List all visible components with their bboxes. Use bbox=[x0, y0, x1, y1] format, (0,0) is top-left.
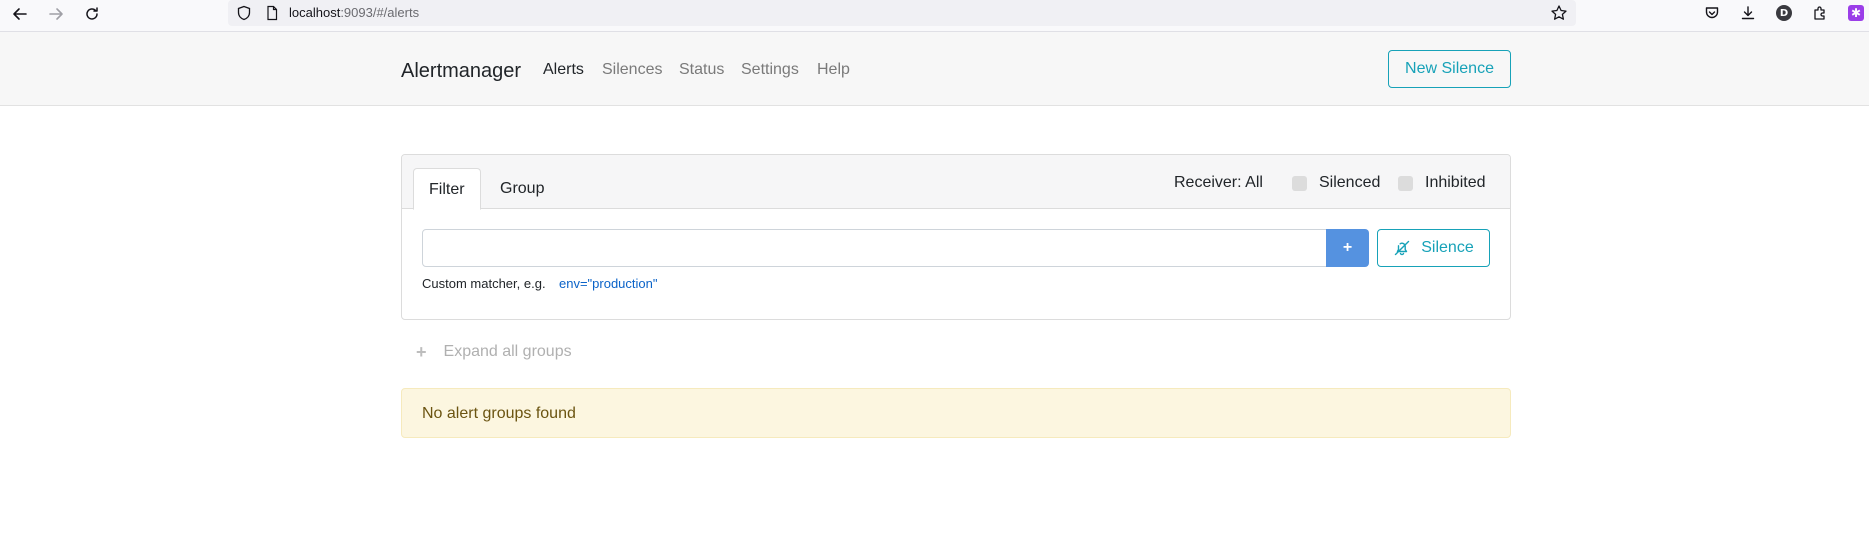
inhibited-label: Inhibited bbox=[1425, 174, 1486, 191]
avatar-letter: D bbox=[1776, 5, 1792, 21]
brand-logo[interactable]: Alertmanager bbox=[401, 59, 521, 83]
url-host: localhost bbox=[289, 5, 341, 20]
tab-filter[interactable]: Filter bbox=[413, 168, 481, 210]
nav-status[interactable]: Status bbox=[679, 60, 724, 80]
url-path: :9093/#/alerts bbox=[340, 5, 420, 20]
tab-group[interactable]: Group bbox=[485, 168, 559, 210]
expand-all-groups-label: Expand all groups bbox=[443, 343, 572, 360]
matcher-hint: Custom matcher, e.g. bbox=[422, 276, 546, 291]
matcher-hint-example: env="production" bbox=[559, 276, 658, 291]
inhibited-checkbox[interactable]: Inhibited bbox=[1398, 173, 1486, 193]
page-icon bbox=[267, 5, 278, 21]
silenced-checkbox[interactable]: Silenced bbox=[1292, 173, 1380, 193]
url-bar[interactable]: localhost:9093/#/alerts bbox=[228, 0, 1576, 26]
pocket-icon[interactable] bbox=[1702, 3, 1722, 23]
bell-slash-icon bbox=[1395, 240, 1410, 256]
purple-extension-icon[interactable]: ✱ bbox=[1846, 3, 1866, 23]
reload-icon[interactable] bbox=[80, 2, 104, 26]
nav-silences[interactable]: Silences bbox=[602, 60, 662, 80]
profile-avatar[interactable]: D bbox=[1774, 3, 1794, 23]
new-silence-button[interactable]: New Silence bbox=[1388, 50, 1511, 88]
filter-card-header: Filter Group Receiver: All Silenced Inhi… bbox=[402, 155, 1510, 210]
expand-all-groups-button[interactable]: + Expand all groups bbox=[416, 342, 572, 362]
silenced-label: Silenced bbox=[1319, 174, 1381, 191]
add-matcher-button[interactable]: + bbox=[1326, 229, 1369, 267]
no-alerts-message: No alert groups found bbox=[401, 388, 1511, 438]
arrow-right-icon[interactable] bbox=[44, 2, 68, 26]
silence-button-label: Silence bbox=[1421, 239, 1474, 256]
inhibited-checkbox-box[interactable] bbox=[1398, 175, 1413, 191]
extensions-icon[interactable] bbox=[1810, 3, 1830, 23]
receiver-dropdown[interactable]: Receiver: All bbox=[1174, 173, 1263, 193]
silence-button[interactable]: Silence bbox=[1377, 229, 1490, 267]
nav-settings[interactable]: Settings bbox=[741, 60, 799, 80]
url-text[interactable]: localhost:9093/#/alerts bbox=[289, 5, 419, 21]
app-navbar: Alertmanager Alerts Silences Status Sett… bbox=[0, 32, 1869, 106]
silenced-checkbox-box[interactable] bbox=[1292, 175, 1307, 191]
nav-help[interactable]: Help bbox=[817, 60, 850, 80]
matcher-input[interactable] bbox=[422, 229, 1327, 267]
download-icon[interactable] bbox=[1738, 3, 1758, 23]
no-alerts-text: No alert groups found bbox=[422, 405, 576, 422]
star-icon[interactable] bbox=[1550, 4, 1568, 22]
arrow-left-icon[interactable] bbox=[8, 2, 32, 26]
plus-icon: + bbox=[416, 342, 427, 362]
browser-toolbar: localhost:9093/#/alerts D ✱ bbox=[0, 0, 1869, 32]
filter-card: Filter Group Receiver: All Silenced Inhi… bbox=[401, 154, 1511, 320]
shield-icon[interactable] bbox=[236, 5, 252, 21]
nav-alerts[interactable]: Alerts bbox=[543, 60, 584, 80]
